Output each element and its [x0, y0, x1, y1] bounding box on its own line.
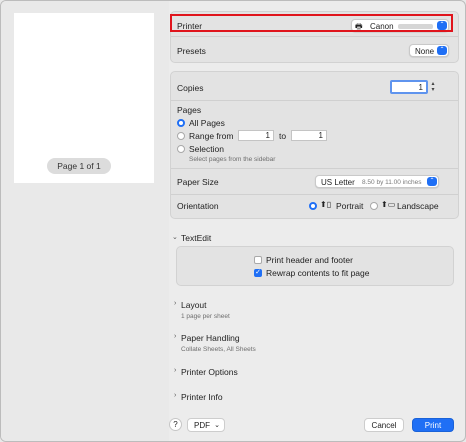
selection-label: Selection	[189, 144, 224, 154]
range-to-label: to	[279, 131, 287, 141]
landscape-icon: ⬆▭	[381, 200, 396, 209]
chevron-updown-icon: ⌃	[437, 46, 447, 55]
range-from-label: Range from	[189, 131, 234, 141]
portrait-icon: ⬆▯	[320, 200, 332, 209]
printer-divider	[171, 36, 458, 37]
all-pages-radio[interactable]	[177, 119, 185, 127]
all-pages-label: All Pages	[189, 118, 225, 128]
preview-pane: Page 1 of 1	[1, 1, 169, 441]
copies-divider	[171, 100, 458, 101]
presets-label: Presets	[177, 46, 206, 56]
layout-chevron-icon[interactable]: ›	[174, 300, 176, 307]
portrait-label: Portrait	[336, 201, 364, 211]
pdf-label: PDF	[194, 421, 210, 430]
paper-handling-title[interactable]: Paper Handling	[181, 333, 240, 343]
range-radio[interactable]	[177, 132, 185, 140]
selection-radio[interactable]	[177, 145, 185, 153]
chevron-down-icon: ⌄	[214, 422, 220, 429]
print-button[interactable]: Print	[412, 418, 454, 432]
paper-size-label: Paper Size	[177, 177, 219, 187]
selection-hint: Select pages from the sidebar	[189, 156, 276, 163]
settings-pane: Printer 🖶 Canon ⌃ Presets None ⌃ Copies …	[169, 1, 465, 441]
paper-handling-chevron-icon[interactable]: ›	[174, 333, 176, 340]
range-start-field[interactable]: 1	[238, 130, 274, 141]
layout-subtitle: 1 page per sheet	[181, 313, 230, 320]
print-dialog: Page 1 of 1 Printer 🖶 Canon ⌃ Presets No…	[0, 0, 466, 442]
range-end-field[interactable]: 1	[291, 130, 327, 141]
paper-handling-subtitle: Collate Sheets, All Sheets	[181, 346, 256, 353]
copies-field[interactable]: 1	[390, 80, 428, 94]
copies-stepper[interactable]: ▴ ▾	[429, 81, 437, 93]
print-header-footer-checkbox[interactable]	[254, 256, 262, 264]
textedit-group: Print header and footer ✓ Rewrap content…	[176, 246, 454, 286]
print-header-footer-label: Print header and footer	[266, 255, 353, 265]
landscape-radio[interactable]	[370, 202, 378, 210]
copies-label: Copies	[177, 83, 204, 93]
paper-size-popup[interactable]: US Letter 8.50 by 11.00 inches ⌃	[315, 175, 439, 188]
paper-divider	[171, 194, 458, 195]
paper-size-detail: 8.50 by 11.00 inches	[362, 179, 422, 186]
printer-info-title[interactable]: Printer Info	[181, 392, 223, 402]
cancel-button[interactable]: Cancel	[364, 418, 404, 432]
textedit-title[interactable]: TextEdit	[181, 233, 211, 243]
chevron-updown-icon: ⌃	[427, 177, 437, 186]
page-indicator: Page 1 of 1	[47, 158, 111, 174]
printer-info-chevron-icon[interactable]: ›	[174, 392, 176, 399]
pages-divider	[171, 168, 458, 169]
layout-title[interactable]: Layout	[181, 300, 207, 310]
presets-value: None	[415, 47, 435, 56]
orientation-label: Orientation	[177, 201, 219, 211]
presets-popup[interactable]: None ⌃	[409, 44, 449, 57]
rewrap-label: Rewrap contents to fit page	[266, 268, 370, 278]
print-options-group: Copies 1 ▴ ▾ Pages All Pages Range from 1…	[170, 71, 459, 219]
help-button[interactable]: ?	[169, 418, 182, 431]
printer-highlight	[170, 14, 453, 32]
pages-label: Pages	[177, 105, 202, 115]
printer-options-chevron-icon[interactable]: ›	[174, 367, 176, 374]
textedit-chevron-icon[interactable]: ⌄	[172, 233, 178, 241]
portrait-radio[interactable]	[309, 202, 317, 210]
rewrap-checkbox[interactable]: ✓	[254, 269, 262, 277]
paper-size-value: US Letter	[321, 178, 355, 187]
pdf-menu-button[interactable]: PDF ⌄	[187, 418, 225, 432]
landscape-label: Landscape	[397, 201, 439, 211]
printer-options-title[interactable]: Printer Options	[181, 367, 238, 377]
